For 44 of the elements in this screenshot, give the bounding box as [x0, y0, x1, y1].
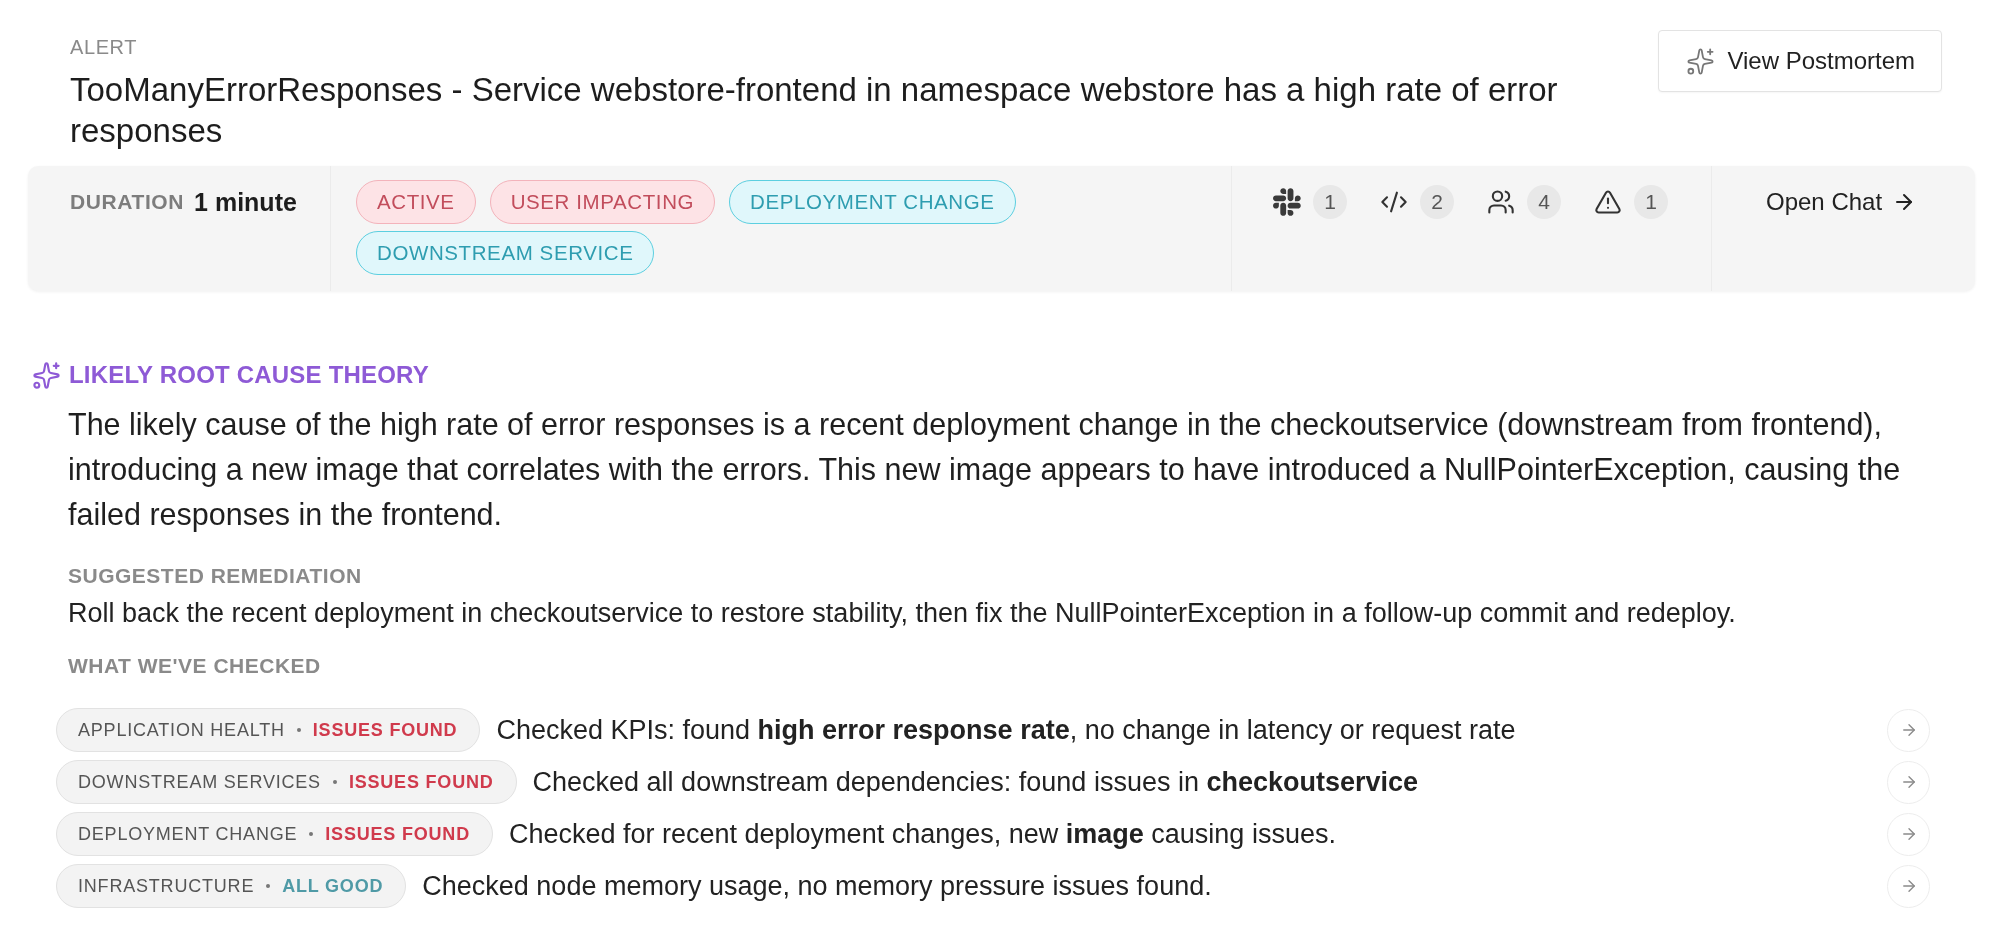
- check-category: APPLICATION HEALTH: [78, 719, 285, 741]
- status-tag: DOWNSTREAM SERVICE: [356, 231, 655, 275]
- sparkle-icon: [1686, 46, 1716, 76]
- duration-value: 1 minute: [194, 187, 297, 217]
- count-badge: 4: [1527, 185, 1561, 219]
- sparkle-icon: [32, 360, 61, 390]
- root-cause-text: The likely cause of the high rate of error responses is a recent deployment change in the checkoutservice (downstream from frontend), introducing a new image that correlates with the errors. This new image appears to have introduced a NullPointerException, causing the failed responses in the frontend.: [68, 406, 1902, 534]
- check-summary: Checked node memory usage, no memory pressure issues found.: [422, 870, 1213, 902]
- check-category: INFRASTRUCTURE: [78, 875, 255, 897]
- count-badge: 1: [1634, 185, 1668, 219]
- alert-title: TooManyErrorResponses - Service webstore-frontend in namespace webstore has a high rate of error responses: [70, 70, 1559, 151]
- remediation-text: Roll back the recent deployment in checkoutservice to restore stability, then fix the NullPointerException in a follow-up commit and redeploy.: [68, 597, 1737, 630]
- row-arrow-button[interactable]: [1887, 760, 1930, 804]
- count-badge: 1: [1313, 185, 1347, 219]
- status-tag: DEPLOYMENT CHANGE: [729, 180, 1016, 224]
- check-summary: Checked KPIs: found high error response rate, no change in latency or request rate: [496, 714, 1517, 746]
- open-chat-button[interactable]: Open Chat: [1766, 180, 1917, 224]
- separator-dot-icon: [296, 728, 301, 732]
- status-tag: ACTIVE: [356, 180, 476, 224]
- check-status: ISSUES FOUND: [325, 823, 470, 845]
- checked-heading: WHAT WE'VE CHECKED: [68, 653, 322, 679]
- check-status: ALL GOOD: [282, 875, 384, 897]
- check-category: DEPLOYMENT CHANGE: [78, 823, 298, 845]
- alert-label: ALERT: [70, 35, 139, 59]
- check-summary: Checked all downstream dependencies: found issues in checkoutservice: [532, 766, 1420, 798]
- remediation-heading: SUGGESTED REMEDIATION: [68, 563, 363, 589]
- status-tag: USER IMPACTING: [489, 180, 716, 224]
- separator-dot-icon: [332, 780, 337, 784]
- check-category: DOWNSTREAM SERVICES: [78, 771, 321, 793]
- root-cause-heading: LIKELY ROOT CAUSE THEORY: [69, 360, 429, 390]
- count-badge: 2: [1420, 185, 1454, 219]
- check-status: ISSUES FOUND: [348, 771, 494, 793]
- warning-icon: [1594, 188, 1622, 216]
- row-arrow-button[interactable]: [1887, 708, 1930, 752]
- separator-dot-icon: [309, 832, 314, 836]
- row-arrow-button[interactable]: [1887, 864, 1930, 908]
- slack-logo-icon: [1273, 188, 1301, 216]
- users-icon: [1487, 188, 1515, 216]
- check-status: ISSUES FOUND: [312, 719, 458, 741]
- separator-dot-icon: [266, 884, 271, 888]
- duration-label: DURATION: [70, 190, 185, 214]
- view-postmortem-button[interactable]: View Postmortem: [1658, 30, 1942, 92]
- row-arrow-button[interactable]: [1887, 812, 1930, 856]
- check-summary: Checked for recent deployment changes, new image causing issues.: [508, 818, 1337, 850]
